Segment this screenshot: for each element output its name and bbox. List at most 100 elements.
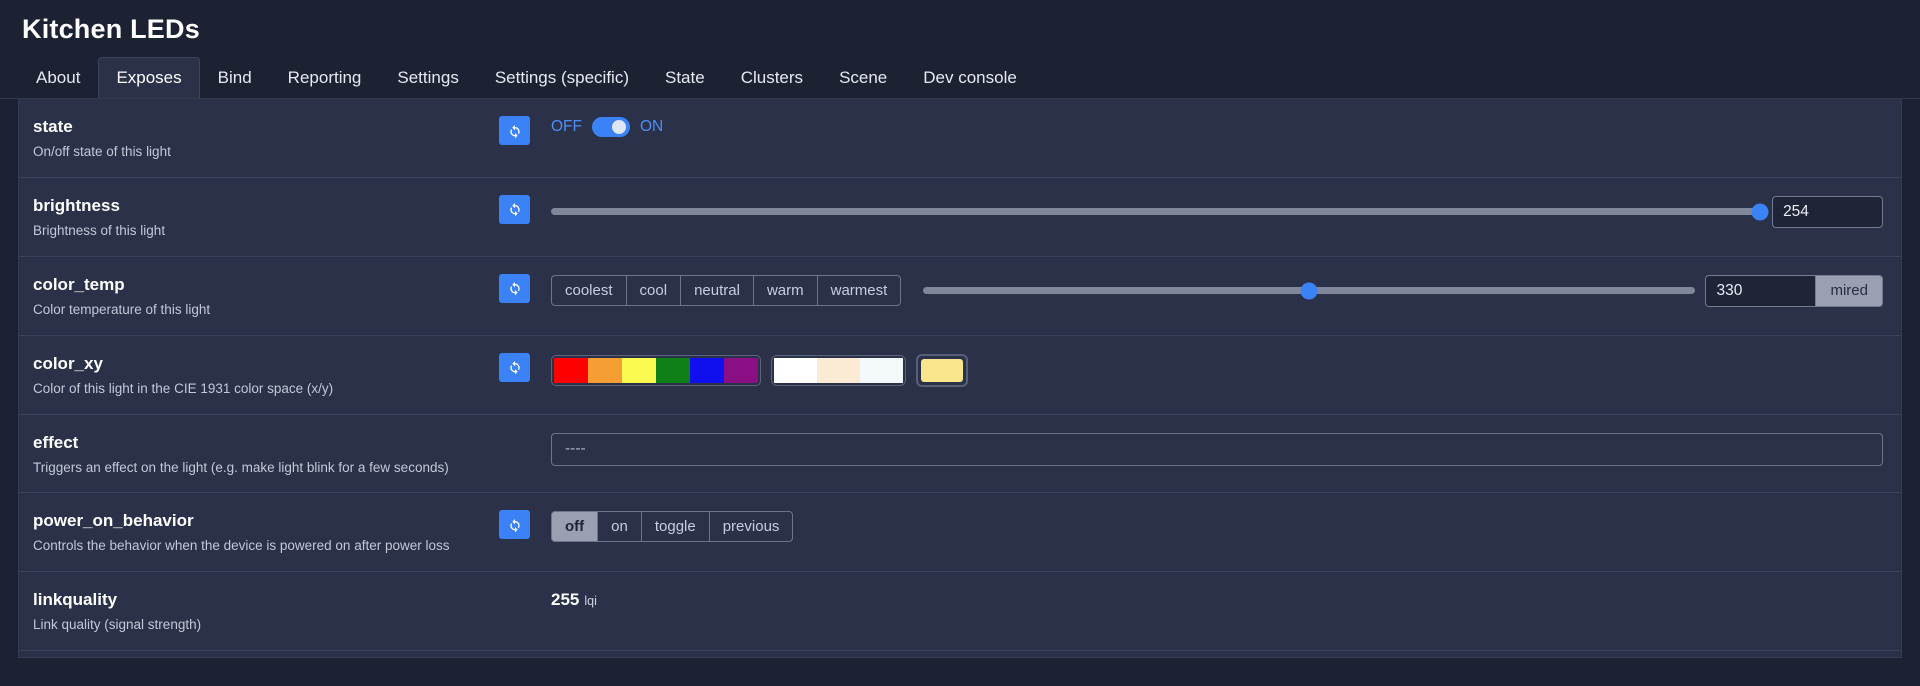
refresh-button-power-on-behavior[interactable] <box>499 510 530 540</box>
refresh-button-state[interactable] <box>499 116 530 145</box>
palette-swatch-group <box>551 354 761 386</box>
device-page: Kitchen LEDs About Exposes Bind Reportin… <box>0 0 1920 686</box>
expose-row-linkquality: linkquality Link quality (signal strengt… <box>19 572 1901 652</box>
color-swatches <box>551 353 968 387</box>
preset-coolest[interactable]: coolest <box>551 275 626 307</box>
slider-track <box>551 208 1761 216</box>
control-color-xy <box>551 352 1883 387</box>
expose-name: state <box>33 117 73 136</box>
color-swatch-purple[interactable] <box>724 357 758 383</box>
exposes-card: state On/off state of this light OFF ON <box>18 99 1902 659</box>
refresh-icon <box>509 203 520 217</box>
control-brightness: 254 <box>551 194 1883 228</box>
color-swatch-red[interactable] <box>554 357 588 383</box>
preset-warm[interactable]: warm <box>752 275 817 307</box>
power-on-option-on[interactable]: on <box>597 511 641 543</box>
expose-description: Controls the behavior when the device is… <box>33 538 450 554</box>
power-on-option-toggle[interactable]: toggle <box>640 511 709 543</box>
preset-cool[interactable]: cool <box>625 275 681 307</box>
tab-bind[interactable]: Bind <box>200 57 270 98</box>
tab-label: Bind <box>217 68 252 87</box>
expose-row-power-on-behavior: power_on_behavior Controls the behavior … <box>19 493 1901 573</box>
refresh-cell <box>499 352 551 382</box>
current-color-swatch <box>921 358 963 382</box>
refresh-cell <box>499 194 551 224</box>
switch-knob <box>612 120 626 134</box>
tab-clusters[interactable]: Clusters <box>723 57 821 98</box>
control-effect: ---- <box>551 431 1883 466</box>
expose-name: linkquality <box>33 590 118 610</box>
color-swatch-orange[interactable] <box>588 357 622 383</box>
expose-description: Link quality (signal strength) <box>33 617 202 633</box>
refresh-icon <box>509 361 520 375</box>
refresh-icon <box>509 282 520 296</box>
brightness-slider[interactable] <box>551 201 1769 223</box>
tab-label: Settings <box>397 68 459 87</box>
tab-label: Dev console <box>923 68 1017 87</box>
refresh-button-color-temp[interactable] <box>499 273 530 303</box>
expose-label-effect: effect Triggers an effect on the light (… <box>33 431 499 477</box>
expose-label-color-temp: color_temp Color temperature of this lig… <box>33 273 499 319</box>
expose-label-color-xy: color_xy Color of this light in the CIE … <box>33 352 499 398</box>
toggle-on-label[interactable]: ON <box>640 118 663 136</box>
tab-settings[interactable]: Settings <box>379 57 476 98</box>
expose-label-brightness: brightness Brightness of this light <box>33 194 499 240</box>
color-temp-unit: mired <box>1815 274 1883 307</box>
expose-description: Triggers an effect on the light (e.g. ma… <box>33 459 449 475</box>
tab-bar: About Exposes Bind Reporting Settings Se… <box>0 57 1920 99</box>
tab-label: Reporting <box>287 68 362 87</box>
expose-description: Brightness of this light <box>33 222 166 238</box>
expose-row-color-xy: color_xy Color of this light in the CIE … <box>19 336 1901 415</box>
brightness-value-input[interactable]: 254 <box>1772 195 1883 228</box>
tab-about[interactable]: About <box>18 57 98 98</box>
power-on-option-off[interactable]: off <box>551 511 598 543</box>
tab-label: Clusters <box>740 68 804 87</box>
linkquality-value: 255 lqi <box>551 590 597 610</box>
toggle-off-label[interactable]: OFF <box>551 118 582 136</box>
power-on-option-previous[interactable]: previous <box>708 511 794 543</box>
color-temp-slider[interactable] <box>923 280 1696 302</box>
tab-label: Scene <box>839 68 888 87</box>
tab-label: Exposes <box>116 68 182 87</box>
expose-row-brightness: brightness Brightness of this light 254 <box>19 178 1901 257</box>
slider-thumb[interactable] <box>1751 203 1769 221</box>
color-swatch-green[interactable] <box>656 357 690 383</box>
tab-exposes[interactable]: Exposes <box>98 57 200 98</box>
refresh-button-color-xy[interactable] <box>499 352 530 382</box>
color-swatch-white[interactable] <box>774 357 817 383</box>
linkquality-unit: lqi <box>584 594 597 609</box>
tab-label: Settings (specific) <box>494 68 629 87</box>
refresh-cell-empty <box>499 588 551 589</box>
refresh-icon <box>509 518 520 533</box>
current-color-box[interactable] <box>916 353 968 387</box>
tab-state[interactable]: State <box>647 57 723 98</box>
expose-name: brightness <box>33 195 120 215</box>
effect-select[interactable]: ---- <box>551 432 1883 466</box>
tab-scene[interactable]: Scene <box>821 57 905 98</box>
preset-neutral[interactable]: neutral <box>680 275 753 307</box>
expose-label-state: state On/off state of this light <box>33 115 499 161</box>
tab-reporting[interactable]: Reporting <box>270 57 380 98</box>
tab-settings-specific[interactable]: Settings (specific) <box>477 57 647 98</box>
expose-description: On/off state of this light <box>33 144 171 159</box>
color-temp-input-group: 330 mired <box>1705 274 1883 307</box>
color-swatch-blue[interactable] <box>690 357 724 383</box>
color-swatch-warm-white[interactable] <box>817 357 860 383</box>
white-swatch-group <box>771 354 906 386</box>
tab-dev-console[interactable]: Dev console <box>905 57 1035 98</box>
expose-row-state: state On/off state of this light OFF ON <box>19 99 1901 178</box>
color-swatch-cool-white[interactable] <box>860 357 903 383</box>
slider-thumb[interactable] <box>1300 282 1318 300</box>
expose-name: color_temp <box>33 274 125 294</box>
state-switch[interactable] <box>592 117 630 137</box>
control-linkquality: 255 lqi <box>551 588 1883 610</box>
preset-warmest[interactable]: warmest <box>816 275 902 307</box>
refresh-button-brightness[interactable] <box>499 194 530 224</box>
refresh-cell <box>499 509 551 540</box>
expose-name: power_on_behavior <box>33 511 194 531</box>
tab-label: State <box>665 68 705 87</box>
color-swatch-yellow[interactable] <box>622 357 656 383</box>
color-temp-value-input[interactable]: 330 <box>1705 274 1816 307</box>
expose-name: effect <box>33 432 79 452</box>
power-on-behavior-options: off on toggle previous <box>551 511 794 543</box>
